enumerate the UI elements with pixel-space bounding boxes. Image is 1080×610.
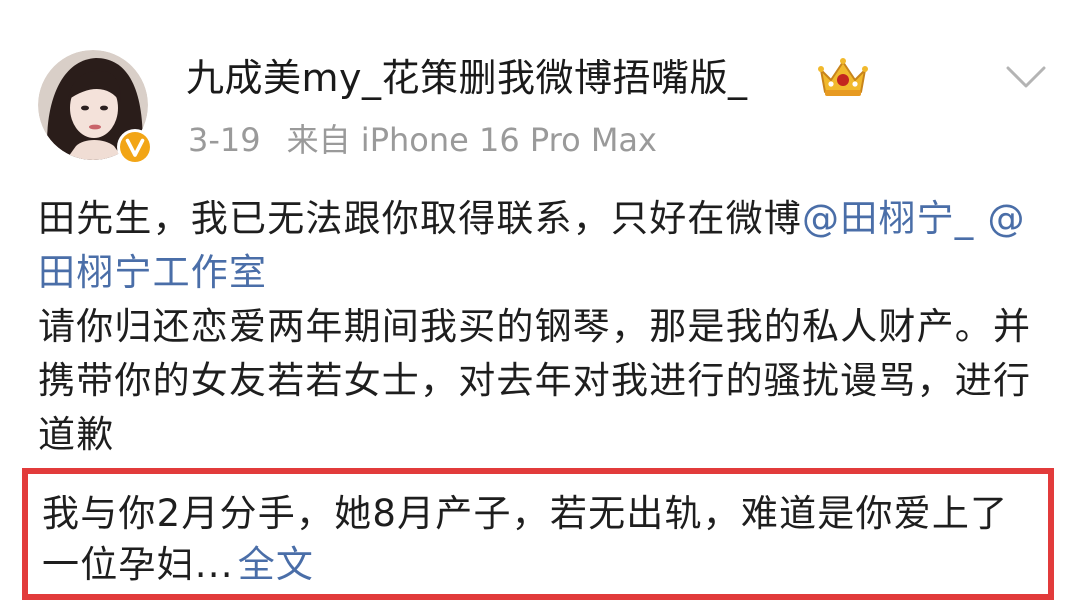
- weibo-post: 九成美my_花策删我微博捂嘴版_ 3-19 来自 iPhone 16 Pro Ma…: [0, 0, 1080, 610]
- crown-icon: [818, 58, 868, 96]
- body-paragraph-1: 田先生，我已无法跟你取得联系，只好在微博@田栩宁_ @田栩宁工作室: [38, 192, 1048, 300]
- post-body: 田先生，我已无法跟你取得联系，只好在微博@田栩宁_ @田栩宁工作室 请你归还恋爱…: [38, 192, 1048, 462]
- author-name[interactable]: 九成美my_花策删我微博捂嘴版_: [186, 55, 748, 101]
- highlight-text: 我与你2月分手，她8月产子，若无出轨，难道是你爱上了一位孕妇...: [42, 492, 1009, 586]
- chevron-down-icon[interactable]: [1004, 62, 1048, 92]
- post-source: 来自 iPhone 16 Pro Max: [286, 121, 657, 159]
- body-paragraph-2-text: 请你归还恋爱两年期间我买的钢琴，那是我的私人财产。并携带你的女友若若女士，对去年…: [38, 305, 1032, 456]
- post-date: 3-19: [188, 121, 261, 159]
- body-paragraph-2: 请你归还恋爱两年期间我买的钢琴，那是我的私人财产。并携带你的女友若若女士，对去年…: [38, 300, 1048, 462]
- highlight-text-block: 我与你2月分手，她8月产子，若无出轨，难道是你爱上了一位孕妇... 全文: [42, 488, 1042, 590]
- full-text-link[interactable]: 全文: [238, 543, 314, 586]
- highlight-box: 我与你2月分手，她8月产子，若无出轨，难道是你爱上了一位孕妇... 全文: [22, 468, 1054, 600]
- body-line1-text: 田先生，我已无法跟你取得联系，只好在微博: [38, 197, 802, 240]
- post-meta: 3-19 来自 iPhone 16 Pro Max: [188, 118, 657, 162]
- mention-separator: [975, 197, 988, 240]
- mention-link-1[interactable]: @田栩宁_: [802, 197, 975, 240]
- author-avatar[interactable]: [38, 50, 153, 165]
- verified-badge-icon: [117, 129, 153, 165]
